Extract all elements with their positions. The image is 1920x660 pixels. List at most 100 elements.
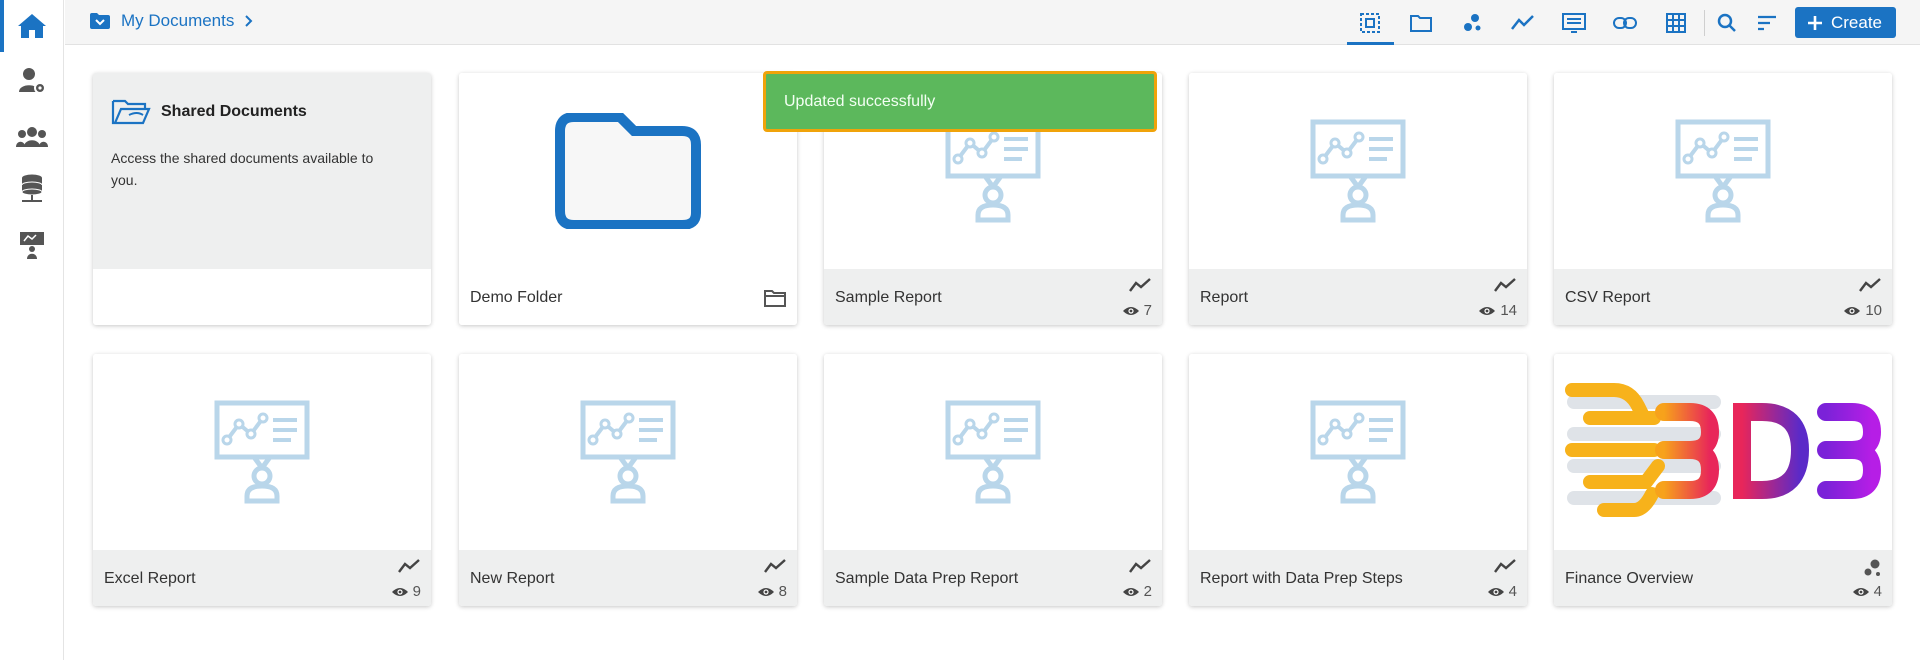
eye-icon: [1122, 306, 1139, 315]
view-count: 14: [1478, 302, 1517, 319]
breadcrumb[interactable]: My Documents: [89, 11, 254, 31]
card-new-report[interactable]: New Report 8: [459, 354, 797, 606]
card-sample-data-prep-report[interactable]: Sample Data Prep Report 2: [824, 354, 1162, 606]
folder-filter-tool[interactable]: [1396, 0, 1447, 45]
view-count: 2: [1122, 583, 1152, 600]
toolbar-divider: [1703, 9, 1705, 36]
users-group-icon: [15, 127, 48, 147]
list-filter-tool[interactable]: [1549, 0, 1600, 45]
card-thumbnail: [824, 354, 1162, 550]
card-report[interactable]: Report 14: [1189, 73, 1527, 325]
view-count-value: 7: [1143, 302, 1152, 319]
report-presentation-icon: [1675, 119, 1771, 223]
eye-icon: [757, 587, 774, 596]
card-footer: Sample Data Prep Report 2: [824, 550, 1162, 606]
card-thumbnail: [459, 73, 797, 269]
card-csv-report[interactable]: CSV Report 10: [1554, 73, 1892, 325]
report-presentation-icon: [580, 400, 676, 504]
sort-icon: [1757, 15, 1776, 30]
top-bar: My Documents Create: [65, 0, 1920, 45]
card-footer: New Report 8: [459, 550, 797, 606]
folder-type-icon: [763, 288, 787, 313]
report-presentation-icon: [1310, 400, 1406, 504]
link-icon: [1613, 16, 1638, 29]
card-thumbnail: [1189, 73, 1527, 269]
eye-icon: [391, 587, 408, 596]
eye-icon: [1487, 587, 1504, 596]
view-count: 4: [1487, 583, 1517, 600]
search-tool[interactable]: [1707, 0, 1747, 45]
link-filter-tool[interactable]: [1600, 0, 1651, 45]
sidebar-users[interactable]: [0, 111, 63, 163]
view-count-value: 10: [1865, 302, 1882, 319]
report-type-icon: [1493, 558, 1517, 579]
folder-icon: [1410, 14, 1433, 32]
chevron-right-icon: [245, 15, 253, 27]
card-name: Report with Data Prep Steps: [1200, 570, 1403, 587]
card-thumbnail: [1554, 73, 1892, 269]
presentation-icon: [19, 232, 44, 259]
view-count-value: 2: [1143, 583, 1152, 600]
card-thumbnail: [459, 354, 797, 550]
toast-message: Updated successfully: [784, 93, 936, 110]
finance-overview-artwork: [1565, 383, 1882, 517]
view-count-value: 4: [1508, 583, 1517, 600]
breadcrumb-label[interactable]: My Documents: [121, 11, 234, 31]
card-name: Demo Folder: [470, 289, 563, 306]
create-button-label: Create: [1830, 12, 1882, 32]
card-name: Finance Overview: [1565, 570, 1694, 587]
create-button[interactable]: Create: [1794, 7, 1896, 38]
select-all-tool[interactable]: [1345, 0, 1396, 45]
view-count-value: 8: [778, 583, 787, 600]
database-icon: [21, 174, 42, 202]
card-thumbnail: [93, 354, 431, 550]
card-finance-overview[interactable]: Finance Overview 4: [1554, 354, 1892, 606]
eye-icon: [1844, 306, 1861, 315]
grid-view-tool[interactable]: [1651, 0, 1702, 45]
report-presentation-icon: [945, 400, 1041, 504]
shared-documents-card[interactable]: Shared Documents Access the shared docum…: [93, 73, 431, 325]
plus-icon: [1807, 15, 1822, 30]
story-filter-tool[interactable]: [1447, 0, 1498, 45]
search-icon: [1717, 13, 1736, 32]
card-name: New Report: [470, 570, 555, 587]
report-presentation-icon: [945, 119, 1041, 223]
card-footer: Demo Folder: [459, 269, 797, 325]
grid-icon: [1666, 12, 1687, 33]
sidebar-data[interactable]: [0, 163, 63, 215]
card-report-with-data-prep-steps[interactable]: Report with Data Prep Steps 4: [1189, 354, 1527, 606]
view-count-value: 4: [1873, 583, 1882, 600]
view-count: 4: [1852, 583, 1882, 600]
report-filter-tool[interactable]: [1498, 0, 1549, 45]
folder-icon: [555, 113, 701, 229]
card-thumbnail: [1189, 354, 1527, 550]
eye-icon: [1852, 587, 1869, 596]
card-name: Sample Data Prep Report: [835, 570, 1019, 587]
select-all-icon: [1360, 12, 1381, 33]
user-settings-icon: [18, 68, 46, 94]
view-count-value: 9: [412, 583, 421, 600]
report-type-icon: [1493, 277, 1517, 298]
sidebar-presentation[interactable]: [0, 219, 63, 271]
card-name: Report: [1200, 289, 1249, 306]
card-name: Sample Report: [835, 289, 942, 306]
view-count: 9: [391, 583, 421, 600]
view-count-value: 14: [1500, 302, 1517, 319]
scatter-icon: [1464, 13, 1481, 31]
line-chart-icon: [1511, 14, 1535, 30]
card-footer: Report 14: [1189, 269, 1527, 325]
toolbar: Create: [1345, 0, 1896, 45]
card-thumbnail: [1554, 354, 1892, 550]
report-type-icon: [397, 558, 421, 579]
sidebar-home[interactable]: [0, 0, 63, 52]
card-footer: Finance Overview 4: [1554, 550, 1892, 606]
home-icon: [17, 14, 46, 38]
sidebar-user-settings[interactable]: [0, 55, 63, 107]
shared-documents-title: Shared Documents: [161, 103, 307, 120]
report-type-icon: [1128, 558, 1152, 579]
card-excel-report[interactable]: Excel Report 9: [93, 354, 431, 606]
card-demo-folder[interactable]: Demo Folder: [459, 73, 797, 325]
sort-tool[interactable]: [1747, 0, 1787, 45]
card-footer: Sample Report 7: [824, 269, 1162, 325]
success-toast[interactable]: Updated successfully: [763, 71, 1157, 132]
